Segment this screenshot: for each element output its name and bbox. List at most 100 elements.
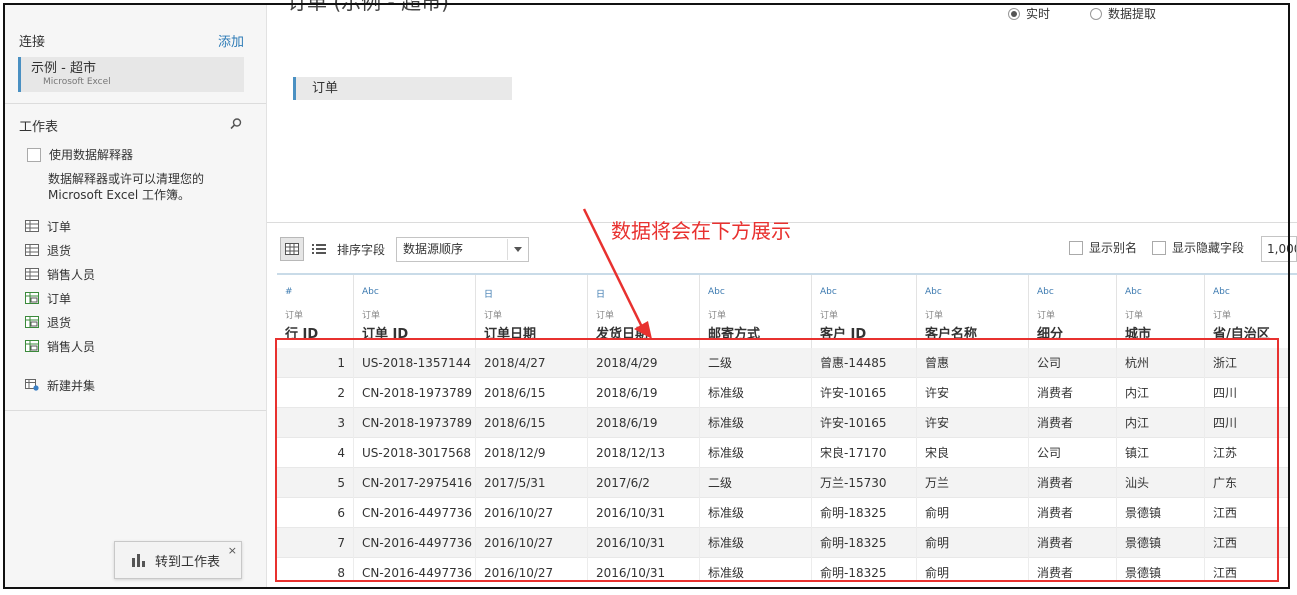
table-cell: 2018/4/29 bbox=[588, 348, 700, 378]
close-icon[interactable]: × bbox=[228, 544, 237, 557]
connection-item[interactable]: 示例 - 超市 Microsoft Excel bbox=[18, 57, 244, 92]
column-name: 客户名称 bbox=[925, 327, 978, 342]
sort-select[interactable]: 数据源顺序 bbox=[396, 237, 529, 262]
table-cell: 5 bbox=[277, 468, 354, 498]
radio-unselected[interactable] bbox=[1090, 7, 1102, 20]
list-view-button[interactable] bbox=[310, 240, 328, 258]
column-name: 行 ID bbox=[285, 327, 319, 342]
field-type-icon[interactable]: Abc bbox=[1125, 287, 1142, 297]
sidebar-item-orders-range[interactable]: 订单 bbox=[25, 289, 71, 307]
sidebar-item-returns-range[interactable]: 退货 bbox=[25, 313, 71, 331]
column-header[interactable]: Abc 订单 客户 ID bbox=[812, 275, 917, 348]
table-cell: 消费者 bbox=[1029, 528, 1117, 558]
table-cell: 江西 bbox=[1205, 528, 1290, 558]
field-type-icon[interactable]: Abc bbox=[708, 287, 725, 297]
column-header[interactable]: Abc 订单客户名称 bbox=[917, 275, 1029, 348]
table-cell: 宋良 bbox=[917, 438, 1029, 468]
show-hidden-label: 显示隐藏字段 bbox=[1172, 241, 1245, 255]
column-source: 订单 bbox=[925, 311, 944, 321]
table-cell: 标准级 bbox=[700, 498, 812, 528]
sidebar-item-orders[interactable]: 订单 bbox=[25, 217, 71, 235]
table-cell: 二级 bbox=[700, 348, 812, 378]
table-cell: 公司 bbox=[1029, 438, 1117, 468]
field-type-icon[interactable]: Abc bbox=[362, 287, 379, 297]
sidebar-item-label: 销售人员 bbox=[47, 267, 96, 282]
show-aliases-checkbox[interactable] bbox=[1069, 240, 1083, 255]
table-cell: 2018/6/15 bbox=[476, 378, 588, 408]
interpreter-checkbox[interactable] bbox=[27, 147, 41, 162]
table-cell: 消费者 bbox=[1029, 558, 1117, 580]
table-cell: 内江 bbox=[1117, 378, 1205, 408]
table-cell: 许安-10165 bbox=[812, 378, 917, 408]
table-row: 7 CN-2016-4497736 2016/10/27 2016/10/31 标准级俞… bbox=[277, 528, 1290, 558]
goto-worksheet-label: 转到工作表 bbox=[155, 554, 221, 570]
table-cell: 标准级 bbox=[700, 438, 812, 468]
connection-type: Microsoft Excel bbox=[43, 77, 111, 87]
column-header[interactable]: Abc 订单 省/自治区 bbox=[1205, 275, 1290, 348]
radio-selected[interactable] bbox=[1008, 7, 1020, 20]
field-type-icon[interactable]: 日 bbox=[484, 287, 493, 300]
sheet-icon bbox=[25, 244, 39, 256]
interpreter-checkbox-row[interactable]: 使用数据解释器 bbox=[27, 146, 133, 163]
table-cell: 许安 bbox=[917, 378, 1029, 408]
sidebar-item-label: 订单 bbox=[47, 219, 72, 234]
table-cell: 俞明-18325 bbox=[812, 498, 917, 528]
table-cell: 2017/5/31 bbox=[476, 468, 588, 498]
connection-name: 示例 - 超市 bbox=[31, 61, 96, 76]
table-cell: 镇江 bbox=[1117, 438, 1205, 468]
column-header[interactable]: Abc 订单 细分 bbox=[1029, 275, 1117, 348]
data-source-title[interactable]: 订单 (示例 - 超市) bbox=[287, 0, 449, 15]
goto-worksheet-button[interactable]: 转到工作表 × bbox=[114, 541, 242, 579]
sidebar-item-returns[interactable]: 退货 bbox=[25, 241, 71, 259]
new-union-item[interactable]: 新建并集 bbox=[25, 376, 95, 394]
table-cell: 2016/10/31 bbox=[588, 558, 700, 580]
table-row: 2 CN-2018-1973789 2018/6/15 2018/6/19 标准级 许安-… bbox=[277, 378, 1290, 408]
table-cell: 2016/10/31 bbox=[588, 528, 700, 558]
table-cell: 俞明-18325 bbox=[812, 528, 917, 558]
field-type-icon[interactable]: Abc bbox=[1037, 287, 1054, 297]
data-grid: # 订单行 ID Abc 订单 订单 ID 日订单 订单日期日订单 发货日期 Abc 订单 邮寄方式… bbox=[277, 275, 1290, 580]
table-cell: 消费者 bbox=[1029, 498, 1117, 528]
field-type-icon[interactable]: Abc bbox=[1213, 287, 1230, 297]
column-source: 订单 bbox=[484, 311, 503, 321]
table-cell: 2018/6/19 bbox=[588, 408, 700, 438]
table-cell: CN-2018-1973789 bbox=[354, 408, 476, 438]
rows-count-input[interactable]: 1,000 bbox=[1261, 236, 1297, 262]
field-type-icon[interactable]: Abc bbox=[925, 287, 942, 297]
sidebar-item-salespeople-range[interactable]: 销售人员 bbox=[25, 337, 95, 355]
table-cell: 消费者 bbox=[1029, 408, 1117, 438]
search-icon[interactable] bbox=[229, 117, 243, 131]
interpreter-hint: 数据解释器或许可以清理您的 Microsoft Excel 工作簿。 bbox=[48, 172, 205, 202]
show-aliases-option[interactable]: 显示别名 bbox=[1069, 239, 1137, 256]
show-aliases-label: 显示别名 bbox=[1089, 241, 1138, 255]
column-header[interactable]: Abc 订单 邮寄方式 bbox=[700, 275, 812, 348]
show-hidden-checkbox[interactable] bbox=[1152, 240, 1166, 255]
extract-radio[interactable]: 数据提取 bbox=[1090, 5, 1156, 22]
sort-label: 排序字段 bbox=[337, 243, 386, 257]
grid-view-button[interactable] bbox=[280, 237, 304, 261]
column-name: 邮寄方式 bbox=[708, 327, 761, 342]
table-cell: 4 bbox=[277, 438, 354, 468]
field-type-icon[interactable]: # bbox=[285, 287, 293, 297]
table-cell: 四川 bbox=[1205, 378, 1290, 408]
column-header[interactable]: # 订单行 ID bbox=[277, 275, 354, 348]
show-hidden-option[interactable]: 显示隐藏字段 bbox=[1152, 239, 1244, 256]
table-row: 4 US-2018-3017568 2018/12/9 2018/12/13 标准级 宋良… bbox=[277, 438, 1290, 468]
table-cell: 1 bbox=[277, 348, 354, 378]
column-header[interactable]: Abc 订单 订单 ID bbox=[354, 275, 476, 348]
table-cell: 宋良-17170 bbox=[812, 438, 917, 468]
sidebar-item-salespeople[interactable]: 销售人员 bbox=[25, 265, 95, 283]
table-cell: 2018/12/9 bbox=[476, 438, 588, 468]
table-row: 6 CN-2016-4497736 2016/10/27 2016/10/31 标准级俞… bbox=[277, 498, 1290, 528]
table-row: 5 CN-2017-2975416 2017/5/31 2017/6/2 二级 万兰-15… bbox=[277, 468, 1290, 498]
add-connection-link[interactable]: 添加 bbox=[218, 31, 244, 50]
sidebar-divider bbox=[5, 103, 266, 104]
field-type-icon[interactable]: Abc bbox=[820, 287, 837, 297]
live-radio[interactable]: 实时 bbox=[1008, 5, 1050, 22]
table-row: 3 CN-2018-1973789 2018/6/15 2018/6/19 标准级 许安-… bbox=[277, 408, 1290, 438]
table-cell: 标准级 bbox=[700, 558, 812, 580]
canvas-table-orders[interactable]: 订单 bbox=[293, 77, 512, 100]
table-cell: 万兰-15730 bbox=[812, 468, 917, 498]
table-cell: 2018/4/27 bbox=[476, 348, 588, 378]
column-header[interactable]: Abc 订单 城市 bbox=[1117, 275, 1205, 348]
